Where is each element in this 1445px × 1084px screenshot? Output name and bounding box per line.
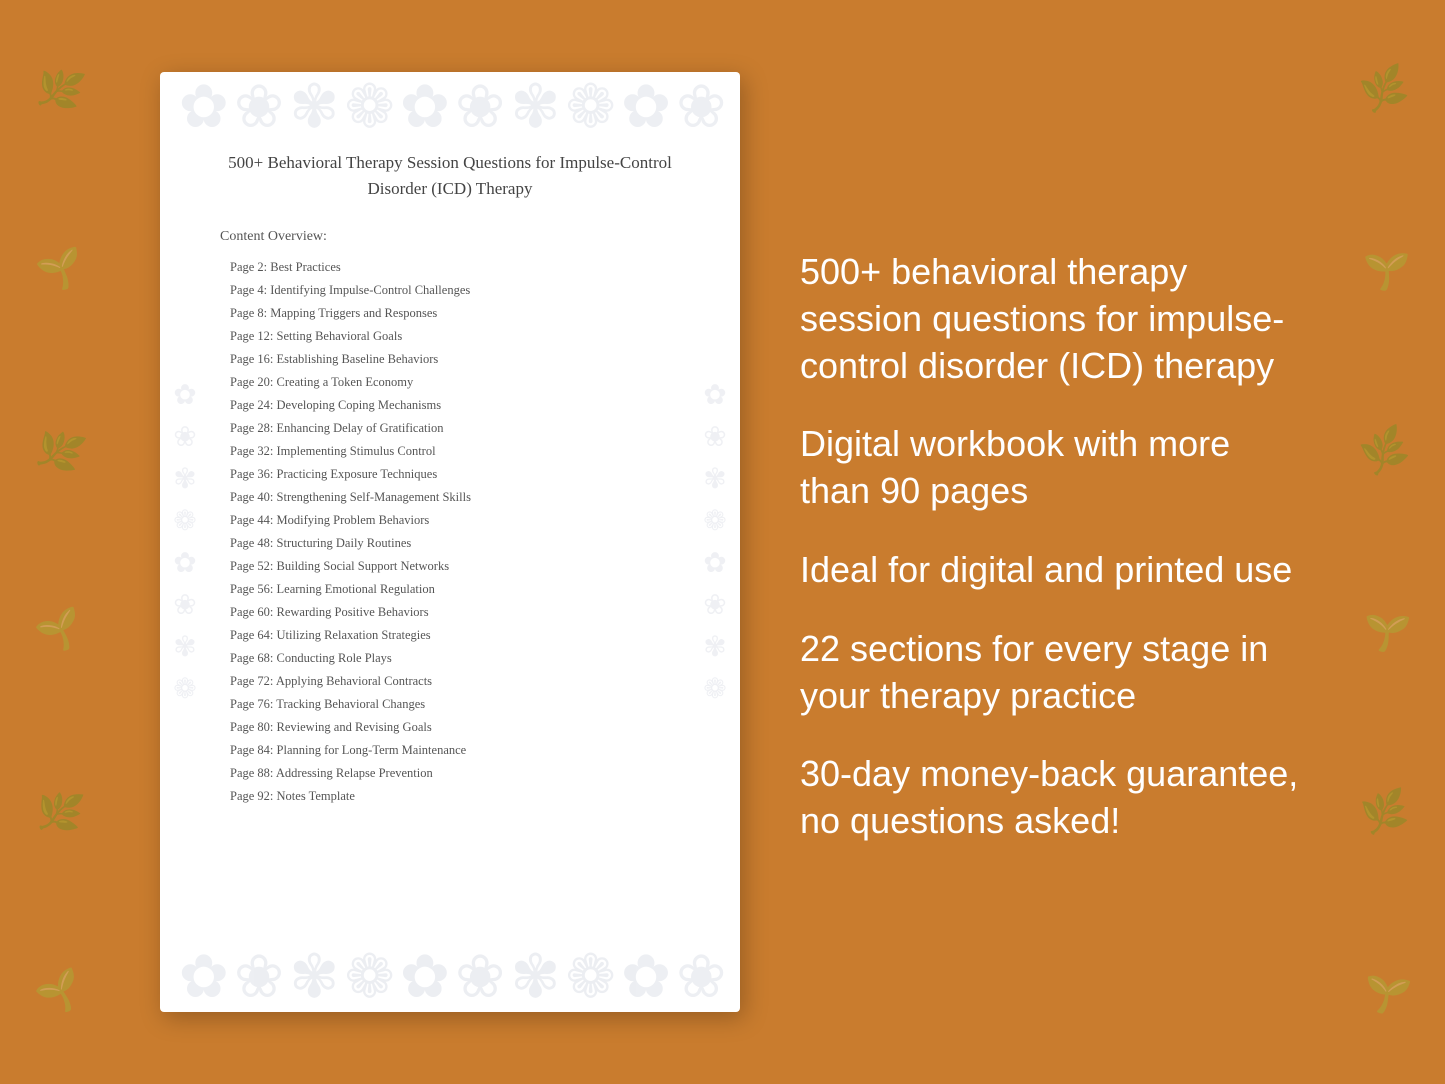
floral-sprig: 🌿 [32,66,88,115]
toc-item: Page 24: Developing Coping Mechanisms [220,395,680,415]
toc-item: Page 72: Applying Behavioral Contracts [220,671,680,691]
feature-text-2: Ideal for digital and printed use [800,547,1305,594]
floral-sprig: 🌱 [1356,968,1413,1020]
document-title: 500+ Behavioral Therapy Session Question… [220,150,680,201]
feature-text-1: Digital workbook with more than 90 pages [800,421,1305,515]
toc-item: Page 92: Notes Template [220,786,680,806]
floral-sprig: 🌱 [33,248,86,294]
floral-sprig: 🌱 [1357,608,1413,657]
floral-sprig: 🌿 [1358,790,1411,836]
toc-item: Page 48: Structuring Daily Routines [220,533,680,553]
toc-item: Page 60: Rewarding Positive Behaviors [220,602,680,622]
toc-item: Page 4: Identifying Impulse-Control Chal… [220,280,680,300]
content-overview-heading: Content Overview: [220,229,680,245]
toc-item: Page 2: Best Practices [220,257,680,277]
toc-item: Page 28: Enhancing Delay of Gratificatio… [220,418,680,438]
table-of-contents: Page 2: Best Practices Page 4: Identifyin… [220,257,680,806]
toc-item: Page 40: Strengthening Self-Management S… [220,487,680,507]
floral-sprig: 🌱 [32,608,88,657]
doc-decoration-top: ✿ ❀ ✾ ❁ ✿ ❀ ✾ ❁ ✿ ❀ [160,72,740,142]
toc-item: Page 64: Utilizing Relaxation Strategies [220,625,680,645]
floral-sprig: 🌿 [1356,426,1413,478]
feature-text-3: 22 sections for every stage in your ther… [800,626,1305,720]
toc-item: Page 8: Mapping Triggers and Responses [220,303,680,323]
floral-sprig: 🌱 [1358,248,1411,294]
toc-item: Page 52: Building Social Support Network… [220,556,680,576]
feature-text-0: 500+ behavioral therapy session question… [800,249,1305,389]
floral-sprig: 🌿 [31,426,88,478]
toc-item: Page 44: Modifying Problem Behaviors [220,510,680,530]
toc-item: Page 56: Learning Emotional Regulation [220,579,680,599]
toc-item: Page 84: Planning for Long-Term Maintena… [220,740,680,760]
main-container: ✿ ❀ ✾ ❁ ✿ ❀ ✾ ❁ ✿ ❀ ✿ ❀ ✾ ❁ ✿ ❀ ✾ ❁ ✿ ❀ … [0,0,1445,1084]
toc-item: Page 16: Establishing Baseline Behaviors [220,349,680,369]
floral-decoration-right: 🌿 🌱 🌿 🌱 🌿 🌱 [1325,0,1445,1084]
toc-item: Page 20: Creating a Token Economy [220,372,680,392]
toc-item: Page 80: Reviewing and Revising Goals [220,717,680,737]
feature-text-4: 30-day money-back guarantee, no question… [800,751,1305,845]
toc-item: Page 68: Conducting Role Plays [220,648,680,668]
right-panel: 500+ behavioral therapy session question… [800,239,1305,845]
toc-item: Page 32: Implementing Stimulus Control [220,441,680,461]
toc-item: Page 12: Setting Behavioral Goals [220,326,680,346]
toc-item: Page 76: Tracking Behavioral Changes [220,694,680,714]
document-preview: ✿ ❀ ✾ ❁ ✿ ❀ ✾ ❁ ✿ ❀ ✿ ❀ ✾ ❁ ✿ ❀ ✾ ❁ ✿ ❀ … [160,72,740,1012]
doc-decoration-bottom: ✿ ❀ ✾ ❁ ✿ ❀ ✾ ❁ ✿ ❀ [160,942,740,1012]
toc-item: Page 88: Addressing Relapse Prevention [220,763,680,783]
floral-sprig: 🌿 [33,790,86,836]
floral-sprig: 🌱 [31,968,88,1020]
doc-decoration-left: ✿❀✾❁✿❀✾❁ [160,152,210,932]
doc-decoration-right: ✿❀✾❁✿❀✾❁ [690,152,740,932]
floral-decoration-left: 🌿 🌱 🌿 🌱 🌿 🌱 [0,0,120,1084]
toc-item: Page 36: Practicing Exposure Techniques [220,464,680,484]
floral-sprig: 🌿 [1357,66,1413,115]
